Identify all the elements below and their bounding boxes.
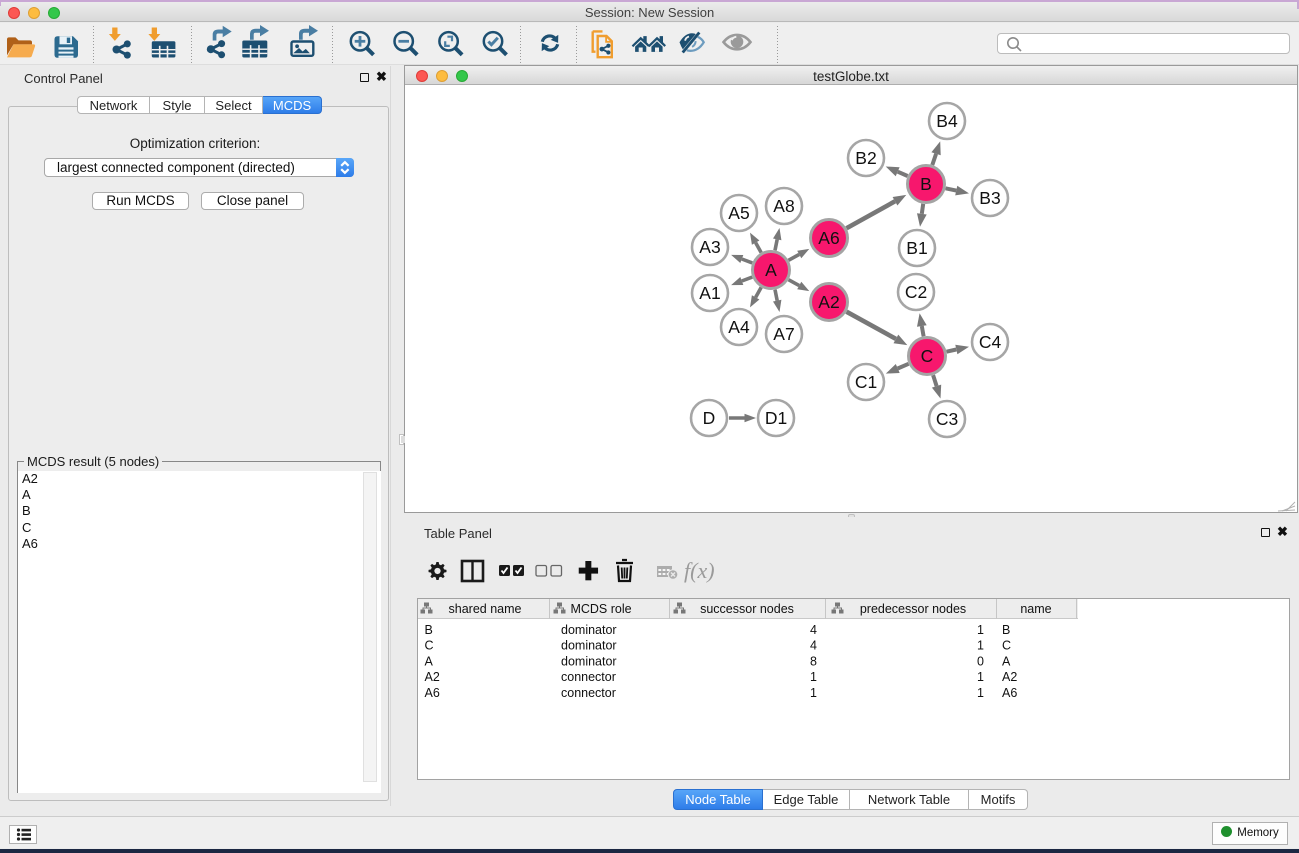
svg-text:name: name — [1020, 602, 1051, 616]
svg-text:successor nodes: successor nodes — [700, 602, 794, 616]
svg-text:A4: A4 — [728, 317, 750, 337]
svg-text:B: B — [425, 623, 433, 637]
svg-text:B: B — [920, 174, 932, 194]
svg-text:dominator: dominator — [561, 654, 617, 668]
svg-text:f(x): f(x) — [684, 558, 715, 583]
svg-text:A1: A1 — [699, 283, 720, 303]
svg-text:4: 4 — [810, 623, 817, 637]
svg-text:connector: connector — [561, 670, 616, 684]
svg-text:D: D — [703, 408, 716, 428]
svg-text:A6: A6 — [425, 686, 440, 700]
svg-text:C: C — [1002, 639, 1011, 653]
svg-text:1: 1 — [810, 686, 817, 700]
svg-text:C4: C4 — [979, 332, 1002, 352]
svg-text:dominator: dominator — [561, 639, 617, 653]
svg-text:A: A — [425, 654, 434, 668]
svg-text:A3: A3 — [699, 237, 720, 257]
svg-text:0: 0 — [977, 654, 984, 668]
svg-text:1: 1 — [977, 639, 984, 653]
svg-text:A6: A6 — [818, 228, 839, 248]
svg-text:D1: D1 — [765, 408, 787, 428]
svg-text:A: A — [1002, 654, 1011, 668]
svg-text:C2: C2 — [905, 282, 927, 302]
svg-text:A5: A5 — [728, 203, 749, 223]
svg-text:A6: A6 — [1002, 686, 1017, 700]
svg-text:1: 1 — [977, 670, 984, 684]
svg-text:shared name: shared name — [449, 602, 522, 616]
svg-text:C1: C1 — [855, 372, 877, 392]
svg-text:1: 1 — [977, 623, 984, 637]
svg-text:C: C — [921, 346, 934, 366]
svg-text:A: A — [765, 260, 777, 280]
svg-text:connector: connector — [561, 686, 616, 700]
svg-text:A7: A7 — [773, 324, 794, 344]
svg-text:A2: A2 — [425, 670, 440, 684]
svg-text:B3: B3 — [979, 188, 1000, 208]
svg-text:1: 1 — [977, 686, 984, 700]
svg-text:1: 1 — [810, 670, 817, 684]
svg-text:C3: C3 — [936, 409, 958, 429]
svg-text:A2: A2 — [818, 292, 839, 312]
svg-text:predecessor nodes: predecessor nodes — [860, 602, 966, 616]
svg-text:8: 8 — [810, 654, 817, 668]
svg-text:dominator: dominator — [561, 623, 617, 637]
svg-text:MCDS role: MCDS role — [570, 602, 631, 616]
svg-text:A2: A2 — [1002, 670, 1017, 684]
svg-text:C: C — [425, 639, 434, 653]
svg-text:B: B — [1002, 623, 1010, 637]
svg-text:4: 4 — [810, 639, 817, 653]
svg-text:B2: B2 — [855, 148, 876, 168]
svg-text:A8: A8 — [773, 196, 794, 216]
svg-text:B1: B1 — [906, 238, 927, 258]
svg-text:B4: B4 — [936, 111, 958, 131]
